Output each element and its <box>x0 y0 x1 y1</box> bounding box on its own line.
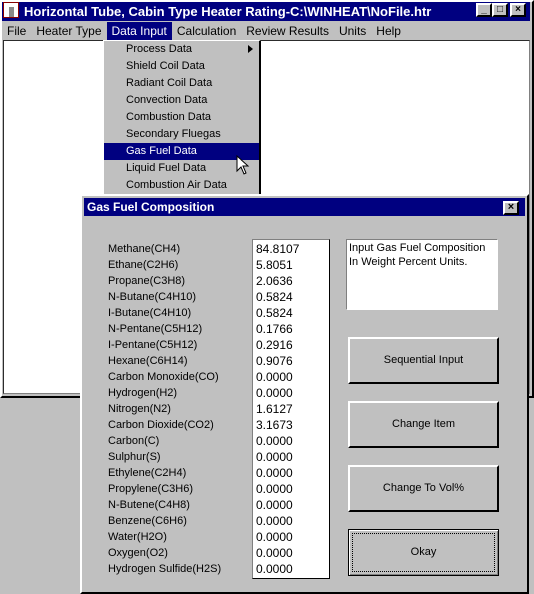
composition-value[interactable]: 0.0000 <box>256 545 329 561</box>
composition-value[interactable]: 0.9076 <box>256 353 329 369</box>
composition-value[interactable]: 5.8051 <box>256 257 329 273</box>
component-label: Propylene(C3H6) <box>108 483 193 495</box>
info-box: Input Gas Fuel Composition In Weight Per… <box>346 239 498 310</box>
submenu-arrow-icon <box>248 45 253 53</box>
component-label: I-Pentane(C5H12) <box>108 339 198 351</box>
menu-item-convection[interactable]: Convection Data <box>104 92 259 109</box>
component-label: Carbon Dioxide(CO2) <box>108 419 214 431</box>
okay-label: Okay <box>352 533 495 572</box>
component-label: Ethane(C2H6) <box>108 259 179 271</box>
composition-value[interactable]: 0.0000 <box>256 561 329 577</box>
menu-item-combustion[interactable]: Combustion Data <box>104 109 259 126</box>
app-icon[interactable] <box>3 2 19 18</box>
menu-heater-type[interactable]: Heater Type <box>31 22 106 40</box>
composition-value[interactable]: 0.0000 <box>256 369 329 385</box>
component-label: Benzene(C6H6) <box>108 515 187 527</box>
menu-item-shield-coil[interactable]: Shield Coil Data <box>104 58 259 75</box>
menu-help[interactable]: Help <box>371 22 406 40</box>
menu-item-process-data[interactable]: Process Data <box>104 41 259 58</box>
composition-value[interactable]: 0.0000 <box>256 497 329 513</box>
composition-value[interactable]: 0.0000 <box>256 529 329 545</box>
composition-value[interactable]: 84.8107 <box>256 241 329 257</box>
menu-bar: File Heater Type Data Input Calculation … <box>2 22 530 40</box>
composition-value[interactable]: 0.5824 <box>256 289 329 305</box>
menu-item-label: Process Data <box>126 43 193 55</box>
sequential-input-button[interactable]: Sequential Input <box>348 337 499 384</box>
component-label: Hydrogen(H2) <box>108 387 178 399</box>
change-item-button[interactable]: Change Item <box>348 401 499 448</box>
dialog-title: Gas Fuel Composition <box>87 200 215 214</box>
component-label: Carbon Monoxide(CO) <box>108 371 219 383</box>
composition-value[interactable]: 0.2916 <box>256 337 329 353</box>
component-label: Ethylene(C2H4) <box>108 467 187 479</box>
composition-value[interactable]: 0.5824 <box>256 305 329 321</box>
main-title: Horizontal Tube, Cabin Type Heater Ratin… <box>24 4 432 19</box>
okay-button[interactable]: Okay <box>348 529 499 576</box>
change-to-vol-button[interactable]: Change To Vol% <box>348 465 499 512</box>
component-label: Water(H2O) <box>108 531 167 543</box>
menu-data-input[interactable]: Data Input <box>106 22 172 40</box>
menu-item-secondary-fluegas[interactable]: Secondary Fluegas <box>104 126 259 143</box>
component-label: N-Butene(C4H8) <box>108 499 190 511</box>
minimize-button[interactable]: _ <box>476 3 492 17</box>
component-label: N-Butane(C4H10) <box>108 291 197 303</box>
component-label: Hydrogen Sulfide(H2S) <box>108 563 222 575</box>
component-label: I-Butane(C4H10) <box>108 307 192 319</box>
menu-review-results[interactable]: Review Results <box>241 22 334 40</box>
menu-units[interactable]: Units <box>334 22 371 40</box>
dialog-close-button[interactable]: × <box>503 201 519 215</box>
component-label: Nitrogen(N2) <box>108 403 171 415</box>
component-label: Hexane(C6H14) <box>108 355 188 367</box>
composition-value[interactable]: 0.0000 <box>256 449 329 465</box>
dialog-title-bar: Gas Fuel Composition × <box>84 198 525 216</box>
menu-item-radiant-coil[interactable]: Radiant Coil Data <box>104 75 259 92</box>
menu-file[interactable]: File <box>2 22 31 40</box>
component-label: Propane(C3H8) <box>108 275 186 287</box>
composition-value[interactable]: 0.0000 <box>256 465 329 481</box>
main-title-bar: Horizontal Tube, Cabin Type Heater Ratin… <box>2 2 530 21</box>
component-label: Sulphur(S) <box>108 451 161 463</box>
component-label: Methane(CH4) <box>108 243 181 255</box>
menu-calculation[interactable]: Calculation <box>172 22 241 40</box>
menu-item-combustion-air[interactable]: Combustion Air Data <box>104 177 259 194</box>
component-label: N-Pentane(C5H12) <box>108 323 203 335</box>
close-button[interactable]: × <box>510 3 526 17</box>
composition-value[interactable]: 0.1766 <box>256 321 329 337</box>
composition-value[interactable]: 0.0000 <box>256 513 329 529</box>
composition-value[interactable]: 3.1673 <box>256 417 329 433</box>
composition-listbox[interactable]: 84.8107 5.8051 2.0636 0.5824 0.5824 0.1766 0.2… <box>252 239 330 579</box>
composition-value[interactable]: 1.6127 <box>256 401 329 417</box>
maximize-button[interactable]: □ <box>492 3 508 17</box>
composition-value[interactable]: 2.0636 <box>256 273 329 289</box>
component-labels: Methane(CH4) Ethane(C2H6) Propane(C3H8) N-B… <box>108 241 248 577</box>
component-label: Oxygen(O2) <box>108 547 168 559</box>
gas-fuel-dialog: Gas Fuel Composition × Methane(CH4) Ethan… <box>80 194 529 594</box>
component-label: Carbon(C) <box>108 435 160 447</box>
mouse-cursor-icon <box>236 155 250 175</box>
composition-value[interactable]: 0.0000 <box>256 433 329 449</box>
composition-value[interactable]: 0.0000 <box>256 385 329 401</box>
composition-value[interactable]: 0.0000 <box>256 481 329 497</box>
